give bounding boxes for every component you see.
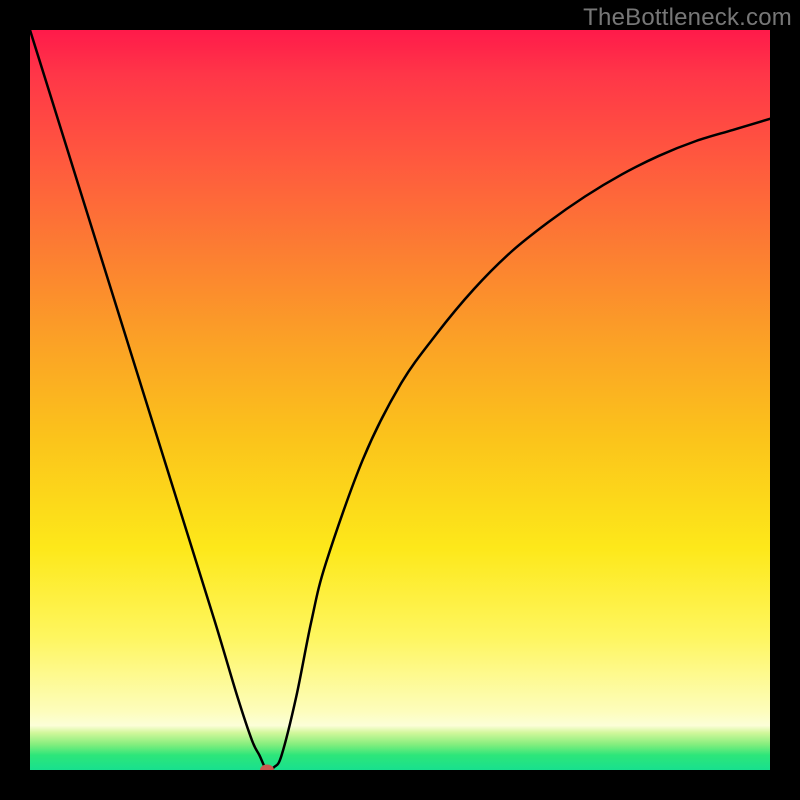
plot-area (30, 30, 770, 770)
watermark-text: TheBottleneck.com (583, 4, 792, 32)
minimum-marker (260, 765, 274, 771)
chart-frame: TheBottleneck.com (0, 0, 800, 800)
bottleneck-curve (30, 30, 770, 770)
